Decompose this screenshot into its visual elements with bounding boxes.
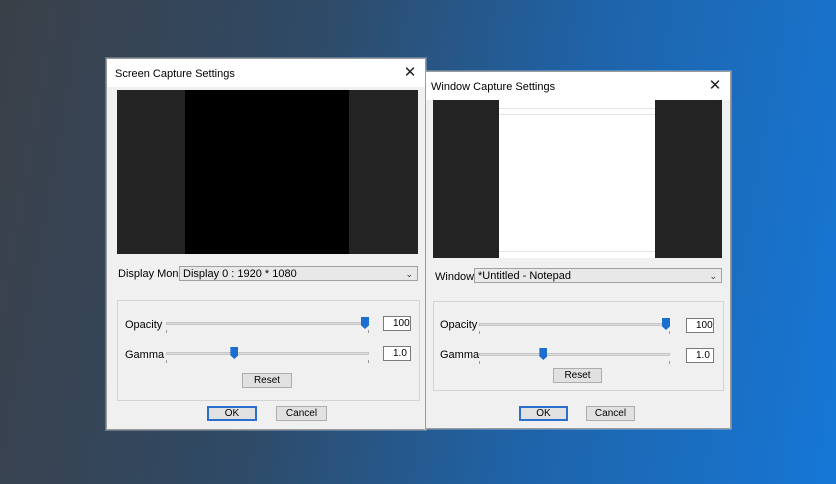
screen-ok-button[interactable]: OK [207,406,257,421]
display-monitor-select[interactable]: Display 0 : 1920 * 1080 ⌄ [179,266,418,281]
opacity-slider-tick [166,330,167,333]
gamma-slider-tick [479,361,480,364]
screen-reset-button[interactable]: Reset [242,373,292,388]
window-dialog-titlebar[interactable]: Window Capture Settings ✕ [426,72,730,100]
gamma-slider-track[interactable] [479,353,670,356]
opacity-value-field[interactable]: 100 [383,316,411,331]
screen-dialog-title: Screen Capture Settings [115,68,235,80]
gamma-slider-tick [669,361,670,364]
close-icon[interactable]: ✕ [401,64,419,82]
opacity-label: Opacity [125,319,163,331]
screen-preview [117,90,418,254]
opacity-label: Opacity [440,319,478,331]
window-preview-content [499,100,655,258]
window-dialog-title: Window Capture Settings [431,81,556,93]
opacity-slider-tick [479,331,480,334]
chevron-down-icon: ⌄ [405,269,413,279]
opacity-slider-track[interactable] [166,322,369,325]
gamma-value-field[interactable]: 1.0 [686,348,714,363]
screen-adjust-group: Opacity 100 Gamma 1.0 Reset [117,300,420,401]
opacity-value-field[interactable]: 100 [686,318,714,333]
close-icon[interactable]: ✕ [706,77,724,95]
gamma-slider-tick [368,360,369,363]
opacity-slider-track[interactable] [479,323,670,326]
window-capture-dialog: Window Capture Settings ✕ Window: *Untit… [425,71,731,429]
gamma-slider-thumb[interactable] [230,347,239,359]
opacity-slider-thumb[interactable] [361,317,369,329]
display-monitor-value: Display 0 : 1920 * 1080 [183,268,297,280]
window-label: Window: [435,271,478,283]
screen-dialog-titlebar[interactable]: Screen Capture Settings ✕ [107,59,425,87]
gamma-value-field[interactable]: 1.0 [383,346,411,361]
opacity-slider-tick [368,330,369,333]
gamma-label: Gamma [125,349,165,361]
window-preview [433,100,722,258]
opacity-slider-tick [669,331,670,334]
window-select-value: *Untitled - Notepad [478,270,571,282]
gamma-label: Gamma [440,349,480,361]
window-cancel-button[interactable]: Cancel [586,406,635,421]
screen-capture-dialog: Screen Capture Settings ✕ Display Monito… [106,58,426,430]
window-adjust-group: Opacity 100 Gamma 1.0 Reset [433,301,724,391]
screen-cancel-button[interactable]: Cancel [276,406,327,421]
gamma-slider-track[interactable] [166,352,369,355]
gamma-slider-tick [166,360,167,363]
screen-preview-content [185,90,349,254]
window-reset-button[interactable]: Reset [553,368,602,383]
gamma-slider-thumb[interactable] [539,348,548,360]
chevron-down-icon: ⌄ [709,271,717,281]
window-ok-button[interactable]: OK [519,406,568,421]
window-select[interactable]: *Untitled - Notepad ⌄ [474,268,722,283]
opacity-slider-thumb[interactable] [662,318,670,330]
